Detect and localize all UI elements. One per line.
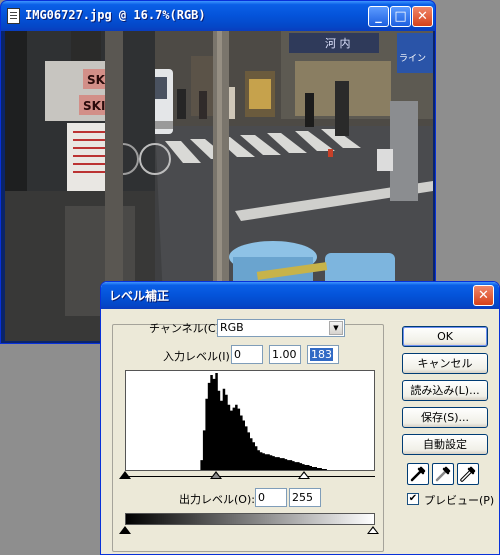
white-eyedropper-button[interactable] xyxy=(457,463,479,485)
input-slider-track xyxy=(125,476,375,477)
output-black-field[interactable]: 0 xyxy=(255,488,287,507)
histogram-area xyxy=(126,373,374,470)
input-gamma-handle[interactable] xyxy=(210,471,222,479)
maximize-button[interactable]: □ xyxy=(390,6,411,27)
minimize-button[interactable]: _ xyxy=(368,6,389,27)
ok-button[interactable]: OK xyxy=(402,326,488,347)
input-levels-label: 入力レベル(I): xyxy=(163,350,234,363)
output-white-handle[interactable] xyxy=(367,526,379,534)
channel-value: RGB xyxy=(220,321,244,334)
input-black-handle[interactable] xyxy=(119,471,131,479)
input-white-handle[interactable] xyxy=(298,471,310,479)
output-levels-label: 出力レベル(O): xyxy=(179,493,255,506)
black-eyedropper-button[interactable] xyxy=(407,463,429,485)
channel-select[interactable]: RGB ▼ xyxy=(217,319,345,337)
levels-dialog: レベル補正 ✕ チャンネル(C): RGB ▼ 入力レベル(I): 0 1.00… xyxy=(100,281,500,555)
cancel-button[interactable]: キャンセル xyxy=(402,353,488,374)
save-button[interactable]: 保存(S)... xyxy=(402,407,488,428)
close-button[interactable]: ✕ xyxy=(412,6,433,27)
histogram-chart xyxy=(126,373,374,470)
shop-sign-1: 河 内 xyxy=(325,36,351,50)
preview-label: プレビュー(P) xyxy=(424,494,495,507)
input-white-value: 183 xyxy=(310,348,333,361)
output-white-field[interactable]: 255 xyxy=(289,488,321,507)
input-white-field[interactable]: 183 xyxy=(307,345,339,364)
chevron-down-icon[interactable]: ▼ xyxy=(329,321,343,335)
shop-sign-2: ライン xyxy=(399,53,426,64)
preview-checkbox[interactable]: ✔ xyxy=(407,493,419,505)
input-gamma-field[interactable]: 1.00 xyxy=(269,345,301,364)
eyedropper-gray-icon xyxy=(435,466,451,482)
eyedropper-black-icon xyxy=(410,466,426,482)
gray-eyedropper-button[interactable] xyxy=(432,463,454,485)
eyedropper-white-icon xyxy=(460,466,476,482)
input-black-field[interactable]: 0 xyxy=(231,345,263,364)
channel-label: チャンネル(C): xyxy=(149,322,224,335)
levels-dialog-titlebar[interactable]: レベル補正 ✕ xyxy=(101,282,499,309)
image-window-title: IMG06727.jpg @ 16.7%(RGB) xyxy=(25,8,206,22)
dialog-close-button[interactable]: ✕ xyxy=(473,285,494,306)
image-window-titlebar[interactable]: IMG06727.jpg @ 16.7%(RGB) _ □ ✕ xyxy=(1,1,435,31)
output-gradient-bar xyxy=(125,513,375,525)
document-icon xyxy=(7,8,20,24)
output-black-handle[interactable] xyxy=(119,526,131,534)
auto-button[interactable]: 自動設定 xyxy=(402,434,488,455)
histogram xyxy=(125,370,375,471)
levels-dialog-title: レベル補正 xyxy=(109,289,170,303)
load-button[interactable]: 読み込み(L)... xyxy=(402,380,488,401)
